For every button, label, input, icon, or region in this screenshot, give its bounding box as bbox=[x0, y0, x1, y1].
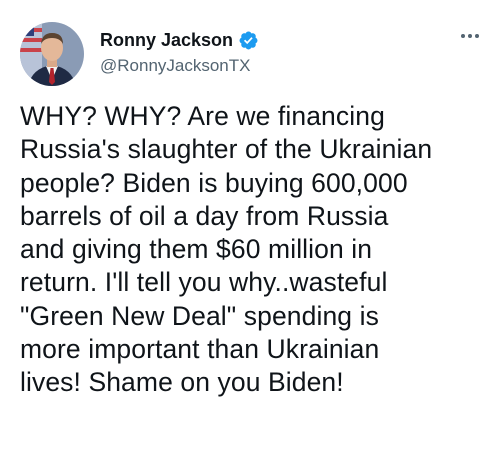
author-handle[interactable]: @RonnyJacksonTX bbox=[100, 55, 259, 77]
avatar[interactable] bbox=[20, 22, 84, 86]
tweet-card: Ronny Jackson @RonnyJacksonTX WHY? WHY? … bbox=[0, 0, 500, 451]
author-display-name[interactable]: Ronny Jackson bbox=[100, 29, 233, 51]
verified-badge-icon bbox=[238, 30, 259, 51]
more-options-icon[interactable] bbox=[458, 28, 482, 44]
tweet-body-text: WHY? WHY? Are we financing Russia's slau… bbox=[20, 101, 433, 398]
name-row: Ronny Jackson bbox=[100, 29, 259, 51]
avatar-image bbox=[20, 22, 84, 86]
tweet-header: Ronny Jackson @RonnyJacksonTX bbox=[100, 29, 259, 77]
